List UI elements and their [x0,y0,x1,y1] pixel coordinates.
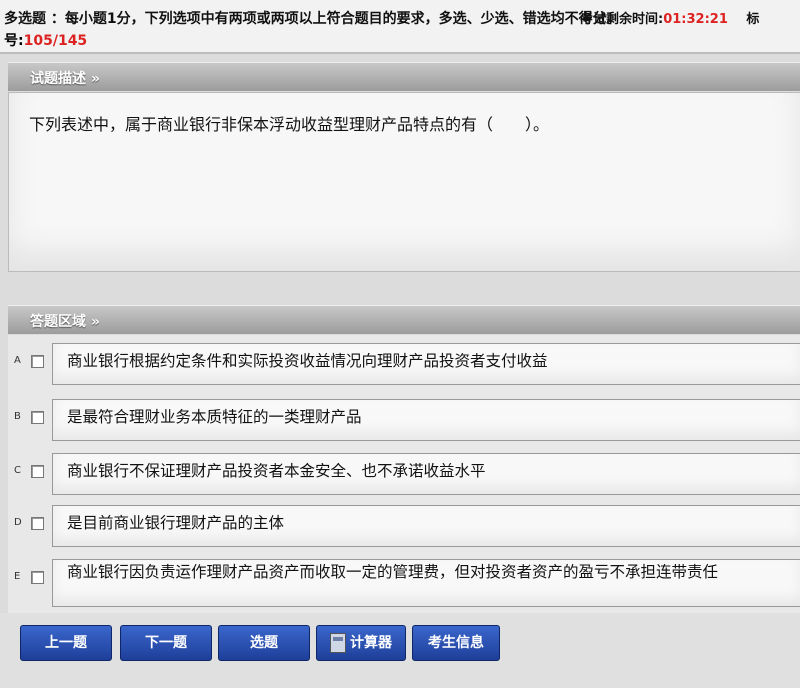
option-text: 商业银行因负责运作理财产品资产而收取一定的管理费，但对投资者资产的盈亏不承担连带… [67,563,719,581]
option-text: 是最符合理财业务本质特征的一类理财产品 [67,408,362,426]
option-letter: A [14,355,21,366]
remaining-time: 考试剩余时间:01:32:21 标 [580,8,759,27]
option-e-box[interactable]: 商业银行因负责运作理财产品资产而收取一定的管理费，但对投资者资产的盈亏不承担连带… [52,559,800,607]
question-number-value: 105/145 [23,33,88,49]
option-text: 是目前商业银行理财产品的主体 [67,514,285,532]
calculator-label: 计算器 [350,635,392,651]
option-b-checkbox[interactable] [31,411,44,424]
option-b-box[interactable]: 是最符合理财业务本质特征的一类理财产品 [52,399,800,441]
option-letter: E [14,571,21,582]
option-a[interactable]: A 商业银行根据约定条件和实际投资收益情况向理财产品投资者支付收益 [8,337,800,387]
question-description-title: 试题描述 » [30,71,100,87]
option-a-checkbox[interactable] [31,355,44,368]
navigation-bar: 上一题 下一题 选题 计算器 考生信息 [0,613,800,688]
prev-question-button[interactable]: 上一题 [20,625,112,661]
option-letter: B [14,411,21,422]
next-question-button[interactable]: 下一题 [120,625,212,661]
timer-suffix: 标 [746,12,760,27]
option-text: 商业银行根据约定条件和实际投资收益情况向理财产品投资者支付收益 [67,352,548,370]
exam-header: 多选题 ：每小题1分，下列选项中有两项或两项以上符合题目的要求，多选、少选、错选… [0,0,800,54]
option-e-checkbox[interactable] [31,571,44,584]
candidate-info-button[interactable]: 考生信息 [412,625,500,661]
option-letter: D [14,517,22,528]
answer-area-header: 答题区域 » [8,305,800,334]
option-d-checkbox[interactable] [31,517,44,530]
option-d-box[interactable]: 是目前商业银行理财产品的主体 [52,505,800,547]
option-letter: C [14,465,21,476]
question-type-instruction: 多选题 ：每小题1分，下列选项中有两项或两项以上符合题目的要求，多选、少选、错选… [4,11,621,27]
option-text: 商业银行不保证理财产品投资者本金安全、也不承诺收益水平 [67,462,486,480]
question-description-header: 试题描述 » [8,62,800,91]
answer-area: A 商业银行根据约定条件和实际投资收益情况向理财产品投资者支付收益 B 是最符合… [8,335,800,613]
calculator-button[interactable]: 计算器 [316,625,406,661]
option-c[interactable]: C 商业银行不保证理财产品投资者本金安全、也不承诺收益水平 [8,447,800,497]
option-d[interactable]: D 是目前商业银行理财产品的主体 [8,499,800,549]
question-number: 号:105/145 [4,30,87,50]
option-e[interactable]: E 商业银行因负责运作理财产品资产而收取一定的管理费，但对投资者资产的盈亏不承担… [8,553,800,607]
question-number-label: 号: [4,33,24,49]
select-question-button[interactable]: 选题 [218,625,310,661]
option-c-checkbox[interactable] [31,465,44,478]
option-c-box[interactable]: 商业银行不保证理财产品投资者本金安全、也不承诺收益水平 [52,453,800,495]
timer-value: 01:32:21 [663,12,728,27]
option-a-box[interactable]: 商业银行根据约定条件和实际投资收益情况向理财产品投资者支付收益 [52,343,800,385]
question-text: 下列表述中，属于商业银行非保本浮动收益型理财产品特点的有（ ）。 [29,115,550,134]
calculator-icon [330,633,346,653]
timer-label: 考试剩余时间: [580,12,664,27]
answer-area-title: 答题区域 » [30,314,100,330]
question-stem: 下列表述中，属于商业银行非保本浮动收益型理财产品特点的有（ ）。 [8,92,800,272]
option-b[interactable]: B 是最符合理财业务本质特征的一类理财产品 [8,393,800,443]
